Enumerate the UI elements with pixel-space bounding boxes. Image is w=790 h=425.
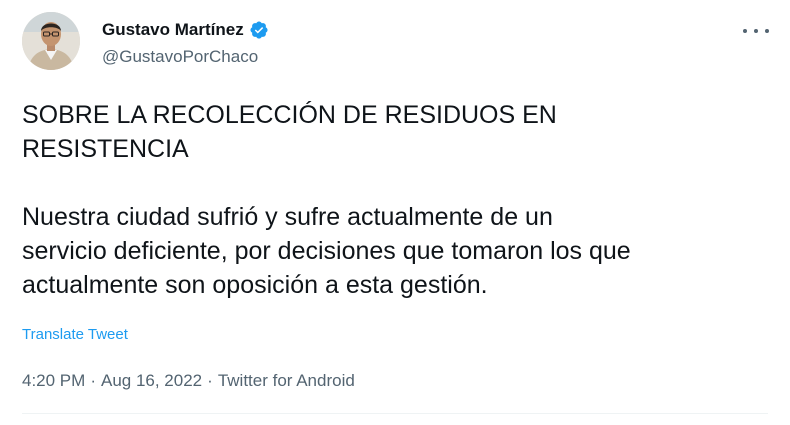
author-name[interactable]: Gustavo Martínez xyxy=(102,20,244,40)
tweet-line: servicio deficiente, por decisiones que … xyxy=(22,237,631,265)
tweet-metadata: 4:20 PM · Aug 16, 2022 · Twitter for And… xyxy=(22,371,355,391)
tweet-time[interactable]: 4:20 PM xyxy=(22,371,85,391)
tweet-source[interactable]: Twitter for Android xyxy=(218,371,355,391)
more-options-icon[interactable] xyxy=(743,22,769,40)
tweet-text: SOBRE LA RECOLECCIÓN DE RESIDUOS EN RESI… xyxy=(22,98,772,302)
dot xyxy=(743,29,747,33)
dot xyxy=(765,29,769,33)
dot xyxy=(754,29,758,33)
avatar[interactable] xyxy=(22,12,80,70)
translate-tweet-link[interactable]: Translate Tweet xyxy=(22,326,128,343)
tweet-line: RESISTENCIA xyxy=(22,135,189,163)
tweet-line: Nuestra ciudad sufrió y sufre actualment… xyxy=(22,203,553,231)
divider xyxy=(22,413,768,414)
tweet-card: Gustavo Martínez @GustavoPorChaco SOBRE … xyxy=(0,0,790,425)
meta-separator: · xyxy=(90,371,96,390)
author-handle[interactable]: @GustavoPorChaco xyxy=(102,47,258,67)
tweet-line: actualmente son oposición a esta gestión… xyxy=(22,271,488,299)
verified-badge-icon xyxy=(250,21,268,39)
tweet-line: SOBRE LA RECOLECCIÓN DE RESIDUOS EN xyxy=(22,101,557,129)
avatar-image xyxy=(22,12,80,70)
tweet-date[interactable]: Aug 16, 2022 xyxy=(101,371,202,391)
author-name-row[interactable]: Gustavo Martínez xyxy=(102,20,269,40)
meta-separator: · xyxy=(207,371,213,390)
